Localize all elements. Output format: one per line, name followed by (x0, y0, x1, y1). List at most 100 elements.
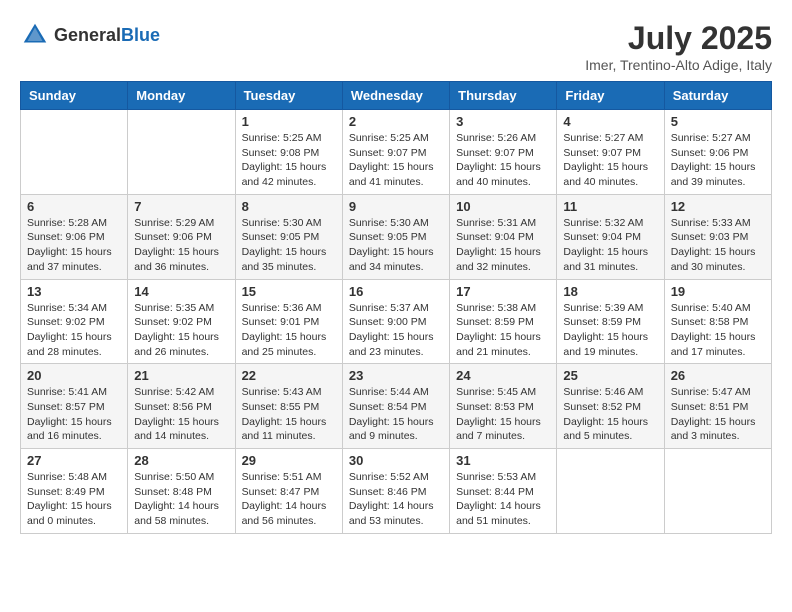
day-info: Sunrise: 5:51 AMSunset: 8:47 PMDaylight:… (242, 470, 336, 529)
day-number: 9 (349, 199, 443, 214)
day-info: Sunrise: 5:33 AMSunset: 9:03 PMDaylight:… (671, 216, 765, 275)
day-number: 12 (671, 199, 765, 214)
calendar-cell: 23 Sunrise: 5:44 AMSunset: 8:54 PMDayligh… (342, 364, 449, 449)
week-row-4: 20 Sunrise: 5:41 AMSunset: 8:57 PMDayligh… (21, 364, 772, 449)
calendar-cell (128, 110, 235, 195)
day-info: Sunrise: 5:39 AMSunset: 8:59 PMDaylight:… (563, 301, 657, 360)
header-row: SundayMondayTuesdayWednesdayThursdayFrid… (21, 82, 772, 110)
day-number: 31 (456, 453, 550, 468)
logo-blue-text: Blue (121, 25, 160, 45)
day-number: 17 (456, 284, 550, 299)
day-info: Sunrise: 5:52 AMSunset: 8:46 PMDaylight:… (349, 470, 443, 529)
day-info: Sunrise: 5:36 AMSunset: 9:01 PMDaylight:… (242, 301, 336, 360)
day-info: Sunrise: 5:27 AMSunset: 9:06 PMDaylight:… (671, 131, 765, 190)
calendar-table: SundayMondayTuesdayWednesdayThursdayFrid… (20, 81, 772, 534)
calendar-cell: 9 Sunrise: 5:30 AMSunset: 9:05 PMDaylight… (342, 194, 449, 279)
calendar-cell: 24 Sunrise: 5:45 AMSunset: 8:53 PMDayligh… (450, 364, 557, 449)
day-info: Sunrise: 5:40 AMSunset: 8:58 PMDaylight:… (671, 301, 765, 360)
day-number: 5 (671, 114, 765, 129)
day-info: Sunrise: 5:38 AMSunset: 8:59 PMDaylight:… (456, 301, 550, 360)
day-info: Sunrise: 5:43 AMSunset: 8:55 PMDaylight:… (242, 385, 336, 444)
day-info: Sunrise: 5:25 AMSunset: 9:07 PMDaylight:… (349, 131, 443, 190)
header-day-wednesday: Wednesday (342, 82, 449, 110)
day-number: 13 (27, 284, 121, 299)
calendar-cell: 25 Sunrise: 5:46 AMSunset: 8:52 PMDayligh… (557, 364, 664, 449)
calendar-cell: 27 Sunrise: 5:48 AMSunset: 8:49 PMDayligh… (21, 449, 128, 534)
day-number: 10 (456, 199, 550, 214)
day-info: Sunrise: 5:46 AMSunset: 8:52 PMDaylight:… (563, 385, 657, 444)
day-number: 25 (563, 368, 657, 383)
calendar-cell (557, 449, 664, 534)
day-info: Sunrise: 5:27 AMSunset: 9:07 PMDaylight:… (563, 131, 657, 190)
day-number: 26 (671, 368, 765, 383)
day-number: 27 (27, 453, 121, 468)
calendar-cell: 17 Sunrise: 5:38 AMSunset: 8:59 PMDayligh… (450, 279, 557, 364)
day-info: Sunrise: 5:47 AMSunset: 8:51 PMDaylight:… (671, 385, 765, 444)
day-number: 7 (134, 199, 228, 214)
calendar-cell: 12 Sunrise: 5:33 AMSunset: 9:03 PMDayligh… (664, 194, 771, 279)
calendar-cell (664, 449, 771, 534)
location-title: Imer, Trentino-Alto Adige, Italy (585, 57, 772, 73)
day-number: 24 (456, 368, 550, 383)
day-info: Sunrise: 5:41 AMSunset: 8:57 PMDaylight:… (27, 385, 121, 444)
calendar-cell: 22 Sunrise: 5:43 AMSunset: 8:55 PMDayligh… (235, 364, 342, 449)
calendar-cell: 10 Sunrise: 5:31 AMSunset: 9:04 PMDayligh… (450, 194, 557, 279)
calendar-cell: 20 Sunrise: 5:41 AMSunset: 8:57 PMDayligh… (21, 364, 128, 449)
day-info: Sunrise: 5:31 AMSunset: 9:04 PMDaylight:… (456, 216, 550, 275)
calendar-cell (21, 110, 128, 195)
day-info: Sunrise: 5:25 AMSunset: 9:08 PMDaylight:… (242, 131, 336, 190)
day-number: 11 (563, 199, 657, 214)
day-info: Sunrise: 5:44 AMSunset: 8:54 PMDaylight:… (349, 385, 443, 444)
calendar-cell: 16 Sunrise: 5:37 AMSunset: 9:00 PMDayligh… (342, 279, 449, 364)
calendar-cell: 8Sunrise: 5:30 AMSunset: 9:05 PMDaylight… (235, 194, 342, 279)
calendar-cell: 11Sunrise: 5:32 AMSunset: 9:04 PMDayligh… (557, 194, 664, 279)
header-day-monday: Monday (128, 82, 235, 110)
day-info: Sunrise: 5:37 AMSunset: 9:00 PMDaylight:… (349, 301, 443, 360)
calendar-cell: 29Sunrise: 5:51 AMSunset: 8:47 PMDayligh… (235, 449, 342, 534)
day-number: 20 (27, 368, 121, 383)
calendar-cell: 3 Sunrise: 5:26 AMSunset: 9:07 PMDaylight… (450, 110, 557, 195)
week-row-2: 6 Sunrise: 5:28 AMSunset: 9:06 PMDaylight… (21, 194, 772, 279)
day-number: 18 (563, 284, 657, 299)
day-info: Sunrise: 5:42 AMSunset: 8:56 PMDaylight:… (134, 385, 228, 444)
week-row-1: 1 Sunrise: 5:25 AMSunset: 9:08 PMDaylight… (21, 110, 772, 195)
day-info: Sunrise: 5:35 AMSunset: 9:02 PMDaylight:… (134, 301, 228, 360)
logo-icon (20, 20, 50, 50)
calendar-cell: 26 Sunrise: 5:47 AMSunset: 8:51 PMDayligh… (664, 364, 771, 449)
day-number: 1 (242, 114, 336, 129)
calendar-cell: 30Sunrise: 5:52 AMSunset: 8:46 PMDayligh… (342, 449, 449, 534)
day-info: Sunrise: 5:30 AMSunset: 9:05 PMDaylight:… (349, 216, 443, 275)
logo-general-text: General (54, 25, 121, 45)
day-number: 16 (349, 284, 443, 299)
day-number: 23 (349, 368, 443, 383)
title-area: July 2025 Imer, Trentino-Alto Adige, Ita… (585, 20, 772, 73)
logo: GeneralBlue (20, 20, 160, 50)
calendar-body: 1 Sunrise: 5:25 AMSunset: 9:08 PMDaylight… (21, 110, 772, 534)
calendar-cell: 6 Sunrise: 5:28 AMSunset: 9:06 PMDaylight… (21, 194, 128, 279)
calendar-cell: 18 Sunrise: 5:39 AMSunset: 8:59 PMDayligh… (557, 279, 664, 364)
day-number: 21 (134, 368, 228, 383)
day-info: Sunrise: 5:26 AMSunset: 9:07 PMDaylight:… (456, 131, 550, 190)
day-info: Sunrise: 5:53 AMSunset: 8:44 PMDaylight:… (456, 470, 550, 529)
calendar-cell: 7Sunrise: 5:29 AMSunset: 9:06 PMDaylight… (128, 194, 235, 279)
calendar-cell: 19Sunrise: 5:40 AMSunset: 8:58 PMDayligh… (664, 279, 771, 364)
header-day-tuesday: Tuesday (235, 82, 342, 110)
day-info: Sunrise: 5:28 AMSunset: 9:06 PMDaylight:… (27, 216, 121, 275)
day-number: 15 (242, 284, 336, 299)
calendar-cell: 4 Sunrise: 5:27 AMSunset: 9:07 PMDaylight… (557, 110, 664, 195)
week-row-3: 13 Sunrise: 5:34 AMSunset: 9:02 PMDayligh… (21, 279, 772, 364)
day-number: 6 (27, 199, 121, 214)
day-number: 28 (134, 453, 228, 468)
day-number: 4 (563, 114, 657, 129)
day-info: Sunrise: 5:34 AMSunset: 9:02 PMDaylight:… (27, 301, 121, 360)
day-number: 3 (456, 114, 550, 129)
day-number: 22 (242, 368, 336, 383)
day-info: Sunrise: 5:48 AMSunset: 8:49 PMDaylight:… (27, 470, 121, 529)
day-info: Sunrise: 5:45 AMSunset: 8:53 PMDaylight:… (456, 385, 550, 444)
calendar-cell: 28Sunrise: 5:50 AMSunset: 8:48 PMDayligh… (128, 449, 235, 534)
day-info: Sunrise: 5:30 AMSunset: 9:05 PMDaylight:… (242, 216, 336, 275)
month-title: July 2025 (585, 20, 772, 57)
calendar-cell: 13 Sunrise: 5:34 AMSunset: 9:02 PMDayligh… (21, 279, 128, 364)
header-day-sunday: Sunday (21, 82, 128, 110)
header-day-friday: Friday (557, 82, 664, 110)
